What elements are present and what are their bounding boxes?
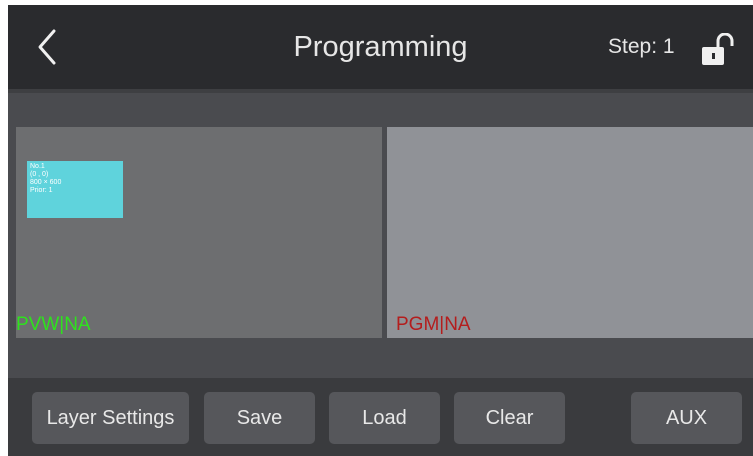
pgm-window[interactable]: PGM|NA: [387, 127, 753, 338]
unlock-icon: [702, 33, 734, 67]
back-button[interactable]: [30, 27, 66, 67]
pvw-label: PVW|NA: [16, 314, 91, 335]
layer-position: (0 , 0): [30, 171, 49, 178]
lock-button[interactable]: [702, 33, 734, 67]
header-bar: Programming Step: 1: [8, 5, 753, 89]
clear-button[interactable]: Clear: [454, 392, 565, 444]
screen: Programming Step: 1 No.1 (0 , 0) 800 × 6…: [8, 5, 753, 456]
preview-area: No.1 (0 , 0) 800 × 600 Prior: 1 PVW|NA P…: [8, 93, 753, 378]
load-button[interactable]: Load: [329, 392, 440, 444]
bottom-toolbar: Layer Settings Save Load Clear AUX: [8, 378, 753, 456]
layer-settings-button[interactable]: Layer Settings: [32, 392, 189, 444]
chevron-left-icon: [30, 27, 66, 67]
aux-button[interactable]: AUX: [631, 392, 742, 444]
step-indicator: Step: 1: [608, 35, 675, 58]
layer-1-box[interactable]: No.1 (0 , 0) 800 × 600 Prior: 1: [27, 161, 123, 218]
save-button[interactable]: Save: [204, 392, 315, 444]
pvw-window[interactable]: No.1 (0 , 0) 800 × 600 Prior: 1 PVW|NA: [16, 127, 382, 338]
layer-number: No.1: [30, 163, 45, 170]
layer-size: 800 × 600: [30, 179, 62, 186]
pgm-label: PGM|NA: [396, 314, 471, 335]
layer-priority: Prior: 1: [30, 187, 53, 194]
